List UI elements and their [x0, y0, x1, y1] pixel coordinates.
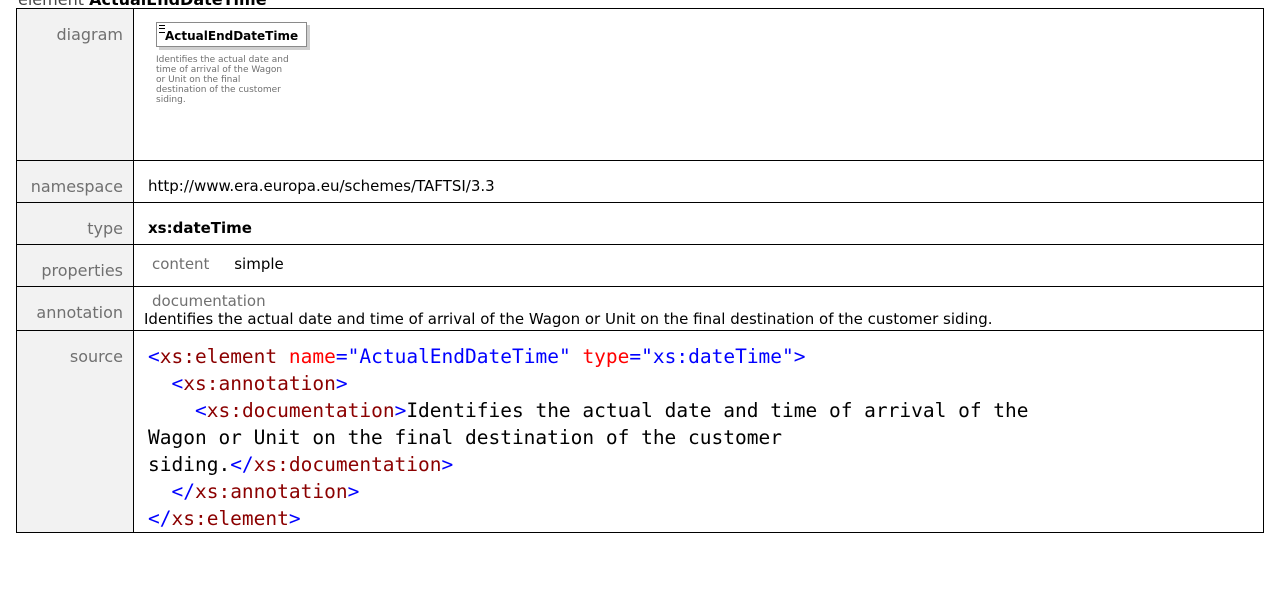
source-doc-text: Identifies the actual date and time of a… — [406, 399, 1029, 422]
source-tag: xs:documentation — [253, 453, 442, 476]
sequence-lines-icon — [159, 25, 165, 33]
schema-table: diagram ActualEndDateTime Identifies the… — [16, 8, 1264, 533]
property-key: content — [152, 255, 210, 273]
source-tag: xs:element — [159, 345, 278, 368]
diagram-doc-line: time of arrival of the Wagon — [156, 65, 283, 75]
source-tag: xs:element — [171, 507, 289, 530]
label-source: source — [16, 330, 134, 533]
namespace-value: http://www.era.europa.eu/schemes/TAFTSI/… — [148, 177, 495, 195]
annotation-key: documentation — [152, 292, 266, 310]
source-tag: xs:documentation — [206, 399, 395, 422]
label-type: type — [16, 202, 134, 245]
diagram: ActualEndDateTime Identifies the actual … — [148, 9, 1263, 105]
source-attr-value: "ActualEndDateTime" — [347, 345, 571, 368]
source-doc-text: siding. — [148, 453, 231, 476]
row-type: type xs:dateTime — [16, 202, 1264, 245]
label-annotation: annotation — [16, 286, 134, 331]
diagram-element-box[interactable]: ActualEndDateTime — [156, 22, 308, 47]
row-annotation: annotation documentation Identifies the … — [16, 286, 1264, 331]
property-value: simple — [234, 255, 284, 273]
source-attr-name: name — [288, 345, 336, 368]
source-attr-name: type — [582, 345, 630, 368]
diagram-cell: ActualEndDateTime Identifies the actual … — [133, 8, 1264, 161]
label-properties: properties — [16, 244, 134, 287]
source-tag: xs:annotation — [183, 372, 336, 395]
diagram-doc-line: Identifies the actual date and — [156, 55, 289, 65]
row-diagram: diagram ActualEndDateTime Identifies the… — [16, 8, 1264, 161]
source-attr-value: "xs:dateTime" — [641, 345, 794, 368]
source-tag: xs:annotation — [194, 480, 348, 503]
diagram-documentation: Identifies the actual date and time of a… — [156, 55, 326, 105]
diagram-doc-line: or Unit on the final — [156, 75, 241, 85]
row-namespace: namespace http://www.era.europa.eu/schem… — [16, 160, 1264, 203]
row-properties: properties content simple — [16, 244, 1264, 287]
row-source: source <xs:element name="ActualEndDateTi… — [16, 330, 1264, 533]
diagram-doc-line: siding. — [156, 95, 186, 105]
type-value[interactable]: xs:dateTime — [148, 203, 1263, 237]
source-code: <xs:element name="ActualEndDateTime" typ… — [148, 345, 1029, 530]
annotation-text: Identifies the actual date and time of a… — [144, 310, 993, 328]
source-doc-text: Wagon or Unit on the final destination o… — [148, 426, 782, 449]
diagram-element-title: ActualEndDateTime — [165, 29, 299, 43]
label-diagram: diagram — [16, 8, 134, 161]
property-content: content simple — [148, 245, 1263, 273]
label-namespace: namespace — [16, 160, 134, 203]
diagram-doc-line: destination of the customer — [156, 85, 281, 95]
